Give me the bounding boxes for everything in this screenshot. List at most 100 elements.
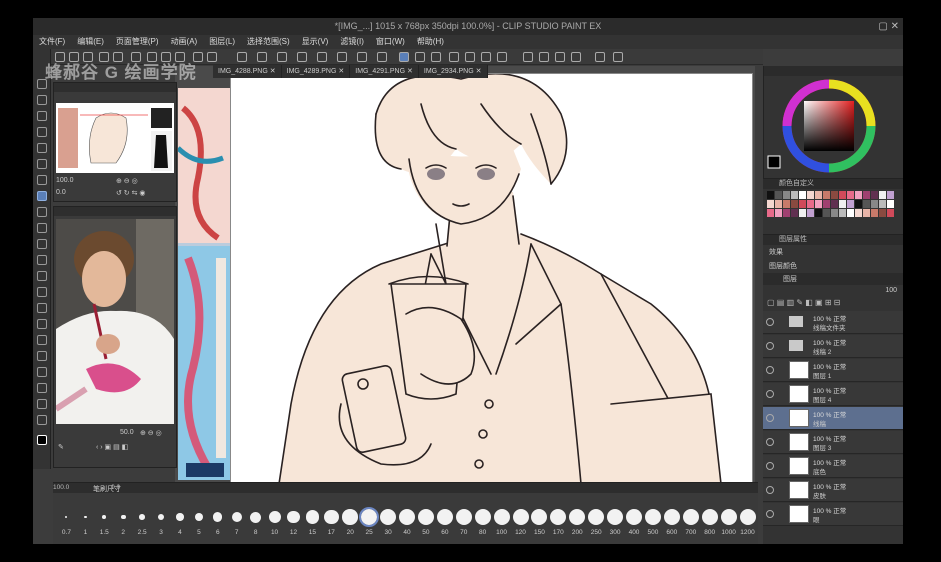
layer-mask-icon[interactable] xyxy=(571,52,581,62)
color-swatch[interactable] xyxy=(847,209,854,217)
sub-tool-icon[interactable] xyxy=(497,52,507,62)
color-swatch[interactable] xyxy=(855,200,862,208)
layer-property-header[interactable]: 图层属性 xyxy=(763,235,903,245)
tab-img-4288[interactable]: IMG_4288.PNG ✕ xyxy=(213,65,282,78)
fill-icon[interactable] xyxy=(207,52,217,62)
flip-icon[interactable] xyxy=(337,52,347,62)
brush-size-dot[interactable] xyxy=(739,509,756,525)
menu-view[interactable]: 显示(V) xyxy=(299,35,332,49)
brush-size-dot[interactable] xyxy=(65,516,68,518)
menu-selection[interactable]: 选择范围(S) xyxy=(244,35,293,49)
status-zoom[interactable]: 100.0 xyxy=(53,484,69,491)
layer-opacity-row[interactable]: 100 xyxy=(763,285,903,298)
brush-size-dot[interactable] xyxy=(417,509,434,525)
color-swatch[interactable] xyxy=(879,200,886,208)
ruler-icon[interactable] xyxy=(257,52,267,62)
panel-toggle-icon[interactable] xyxy=(595,52,605,62)
menu-window[interactable]: 窗口(W) xyxy=(373,35,408,49)
layer-copy-icon[interactable] xyxy=(539,52,549,62)
color-swatch[interactable] xyxy=(855,209,862,217)
brush-size-dot[interactable] xyxy=(213,512,223,522)
eye-icon[interactable] xyxy=(766,462,774,470)
layer-row[interactable]: 100 % 正常 线稿 2 xyxy=(763,335,903,358)
brush-size-dot[interactable] xyxy=(268,511,281,523)
brush-size-dot[interactable] xyxy=(474,509,491,525)
color-swatch[interactable] xyxy=(775,209,782,217)
rotate-icon[interactable] xyxy=(317,52,327,62)
color-swatch[interactable] xyxy=(799,209,806,217)
navigator-angle[interactable]: 0.0 xyxy=(56,189,66,196)
color-swatch[interactable] xyxy=(815,191,822,199)
color-swatch[interactable] xyxy=(879,191,886,199)
pressure-icon[interactable] xyxy=(481,52,491,62)
eye-icon[interactable] xyxy=(766,486,774,494)
brush-size-dot[interactable] xyxy=(324,509,339,525)
color-swatch[interactable] xyxy=(807,200,814,208)
color-swatch[interactable] xyxy=(823,191,830,199)
color-swatches[interactable] xyxy=(763,189,903,229)
color-swatch[interactable] xyxy=(831,191,838,199)
subview-zoom-icons[interactable]: ⊕ ⊖ ◎ xyxy=(140,429,162,437)
color-swatch[interactable] xyxy=(815,200,822,208)
layer-row[interactable]: 100 % 正常 图层 1 xyxy=(763,359,903,382)
brush-size-dot[interactable] xyxy=(720,509,737,525)
correct-line-icon[interactable] xyxy=(37,415,47,425)
brush-size-dot[interactable] xyxy=(157,513,165,521)
brush-size-dot[interactable] xyxy=(588,509,605,525)
eye-icon[interactable] xyxy=(766,438,774,446)
color-swatch[interactable] xyxy=(799,191,806,199)
brush-size-dot[interactable] xyxy=(644,509,661,525)
window-controls[interactable]: ▢ ✕ xyxy=(878,18,899,35)
brush-size-dot[interactable] xyxy=(287,510,300,524)
color-swatch[interactable] xyxy=(871,209,878,217)
main-color-swatch[interactable] xyxy=(37,435,47,445)
color-swatch[interactable] xyxy=(847,191,854,199)
brush-size-dot[interactable] xyxy=(512,509,529,525)
brush-size-dot[interactable] xyxy=(682,509,699,525)
lasso-tool-icon[interactable] xyxy=(37,143,47,153)
color-swatch[interactable] xyxy=(863,200,870,208)
tab-img-4289[interactable]: IMG_4289.PNG ✕ xyxy=(282,65,351,78)
layer-row[interactable]: 100 % 正常 底色 xyxy=(763,455,903,478)
color-swatch[interactable] xyxy=(847,200,854,208)
color-swatch[interactable] xyxy=(807,209,814,217)
grid-icon[interactable] xyxy=(277,52,287,62)
brush-size-dot[interactable] xyxy=(194,512,204,522)
brush-size-dot[interactable] xyxy=(250,511,262,523)
hand-icon[interactable] xyxy=(377,52,387,62)
color-swatch[interactable] xyxy=(791,191,798,199)
status-angle[interactable]: 0.0 xyxy=(111,484,120,491)
brush-size-dot[interactable] xyxy=(102,515,107,519)
color-swatch[interactable] xyxy=(871,200,878,208)
blend-tool-icon[interactable] xyxy=(37,287,47,297)
pen-tool-icon[interactable] xyxy=(37,191,47,201)
move-icon[interactable] xyxy=(297,52,307,62)
frame-tool-icon[interactable] xyxy=(37,351,47,361)
eyedropper-icon[interactable] xyxy=(37,175,47,185)
brush-tool-icon[interactable] xyxy=(37,223,47,233)
fill-tool-icon[interactable] xyxy=(37,303,47,313)
drawing-canvas[interactable]: .ln{stroke:#2a2222;stroke-width:1.6;fill… xyxy=(230,72,753,487)
eraser-mode-icon[interactable] xyxy=(415,52,425,62)
menu-animation[interactable]: 动画(A) xyxy=(168,35,201,49)
color-swatch[interactable] xyxy=(855,191,862,199)
eraser-tool-icon[interactable] xyxy=(37,271,47,281)
layer-lock-icon[interactable] xyxy=(555,52,565,62)
magic-wand-icon[interactable] xyxy=(37,159,47,169)
brush-size-dot[interactable] xyxy=(83,515,87,519)
brush-size-dot[interactable] xyxy=(550,509,567,525)
color-swatch[interactable] xyxy=(831,209,838,217)
layer-row[interactable]: 100 % 正常 皮肤 xyxy=(763,479,903,502)
color-wheel[interactable] xyxy=(764,76,903,176)
balloon-tool-icon[interactable] xyxy=(37,399,47,409)
brush-size-dot[interactable] xyxy=(455,509,472,525)
brush-settings-icon[interactable] xyxy=(449,52,459,62)
brush-size-dot[interactable] xyxy=(120,514,126,520)
brush-size-dot[interactable] xyxy=(436,509,453,525)
color-swatch[interactable] xyxy=(783,191,790,199)
brush-size-dot[interactable] xyxy=(493,509,510,525)
brush-size-dot[interactable] xyxy=(380,509,397,525)
eyedropper-icon[interactable]: ✎ xyxy=(58,443,64,451)
shape-tool-icon[interactable] xyxy=(37,335,47,345)
brush-size-dot[interactable] xyxy=(231,511,242,523)
